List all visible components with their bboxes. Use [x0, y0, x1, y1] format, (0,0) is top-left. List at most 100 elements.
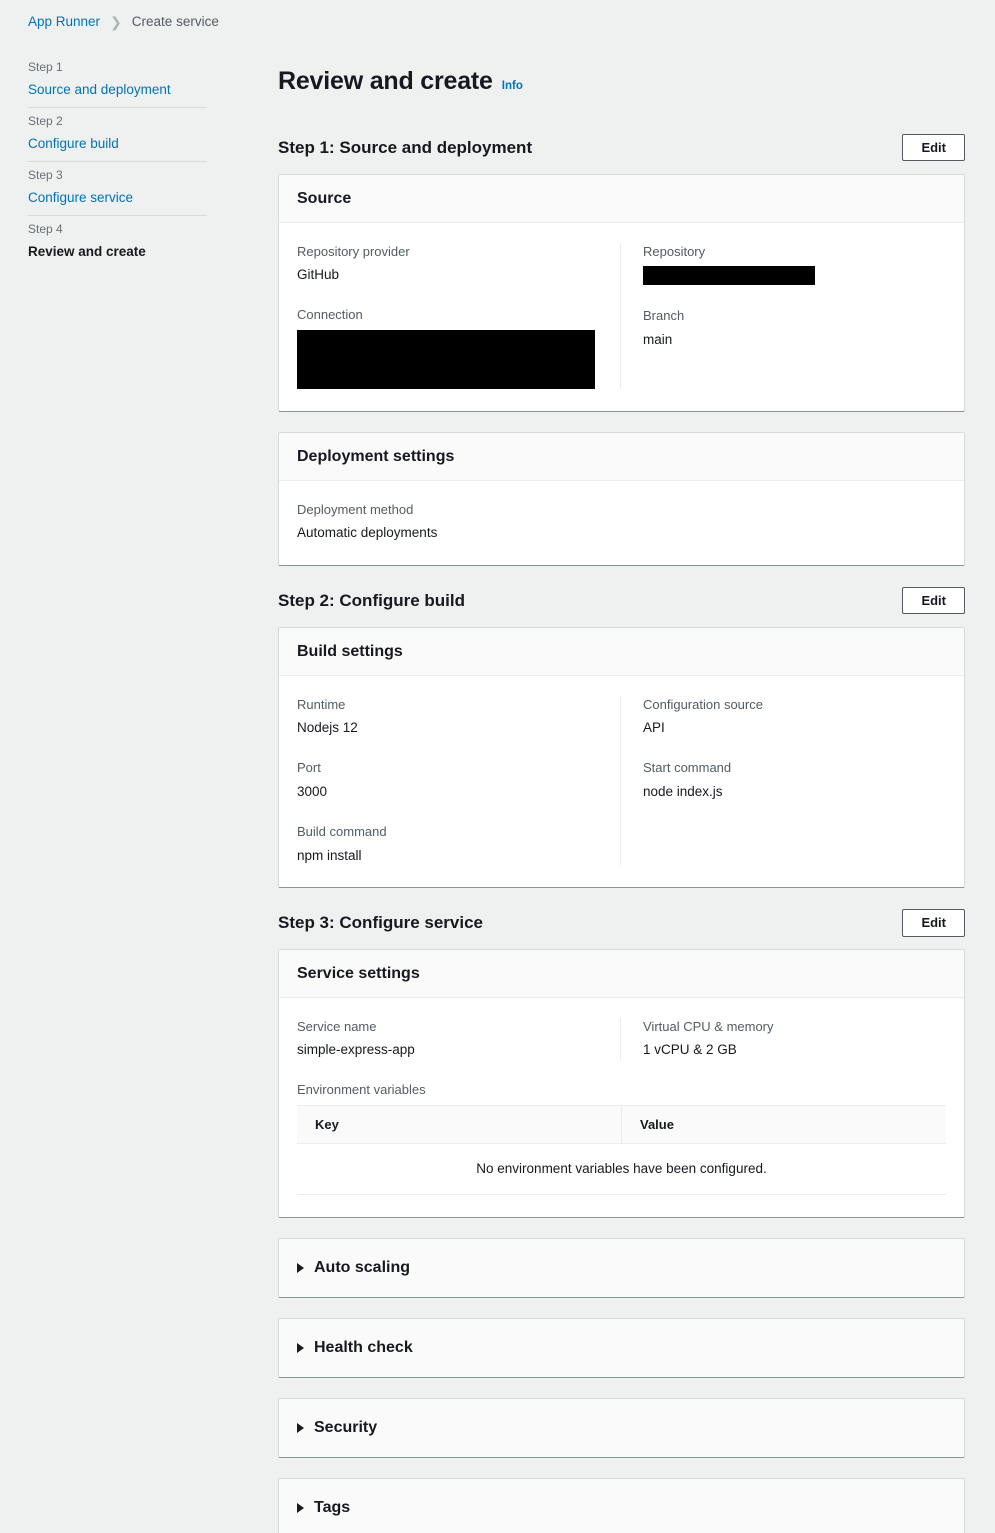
collapsible-section-tags-title: Tags — [314, 1498, 351, 1516]
branch-value: main — [643, 331, 673, 347]
main-content: Review and create Info Step 1: Source an… — [278, 50, 965, 1533]
source-card-header: Source — [279, 174, 964, 223]
breadcrumb: App Runner ❯ Create service — [28, 14, 219, 29]
deployment-card-header: Deployment settings — [279, 432, 964, 481]
runtime-label: Runtime — [297, 696, 346, 712]
service-card-body: Service name simple-express-app Virtual … — [279, 998, 964, 1217]
sidebar-step-1-label[interactable]: Source and deployment — [28, 81, 208, 99]
source-column-right: Repository Branch main — [621, 243, 946, 389]
repository-provider-label: Repository provider — [297, 243, 410, 259]
sidebar-step-3-label[interactable]: Configure service — [28, 189, 208, 207]
env-table-body: No environment variables have been confi… — [297, 1143, 946, 1195]
field-repository: Repository — [643, 243, 946, 286]
build-card-body: Runtime Nodejs 12 Port 3000 Build comman… — [279, 676, 964, 887]
runtime-value: Nodejs 12 — [297, 720, 358, 736]
port-label: Port — [297, 760, 321, 776]
build-card-header: Build settings — [279, 627, 964, 676]
caret-right-icon — [297, 1502, 304, 1513]
configuration-source-label: Configuration source — [643, 696, 763, 712]
step-2-heading: Step 2: Configure build — [278, 590, 465, 610]
field-branch: Branch main — [643, 307, 946, 349]
redaction-block-repository — [643, 266, 815, 286]
cpu-memory-label: Virtual CPU & memory — [643, 1018, 774, 1034]
page-title-row: Review and create Info — [278, 50, 965, 113]
build-command-label: Build command — [297, 824, 387, 840]
collapsible-section-auto-scaling[interactable]: Auto scaling — [278, 1237, 965, 1298]
wizard-sidebar: Step 1 Source and deployment Step 2 Conf… — [28, 54, 208, 270]
start-command-value: node index.js — [643, 783, 723, 799]
sidebar-step-2-number: Step 2 — [28, 114, 63, 129]
port-value: 3000 — [297, 783, 328, 799]
service-name-value: simple-express-app — [297, 1042, 415, 1058]
env-table-empty-row: No environment variables have been confi… — [297, 1143, 946, 1195]
sidebar-step-2[interactable]: Step 2 Configure build — [28, 108, 208, 161]
source-card-title: Source — [297, 189, 352, 207]
edit-step-2-button[interactable]: Edit — [902, 586, 965, 615]
field-deployment-method: Deployment method Automatic deployments — [297, 501, 946, 543]
env-table-empty-message: No environment variables have been confi… — [297, 1143, 946, 1195]
redaction-block-connection — [297, 329, 595, 389]
env-table-column-key: Key — [297, 1104, 622, 1144]
start-command-label: Start command — [643, 760, 732, 776]
service-card-header: Service settings — [279, 949, 964, 998]
environment-variables-label: Environment variables — [297, 1081, 426, 1097]
connection-value — [297, 329, 600, 389]
collapsible-section-tags[interactable]: Tags — [278, 1477, 965, 1533]
repository-value — [643, 266, 946, 286]
step-3-heading: Step 3: Configure service — [278, 912, 484, 932]
build-column-right: Configuration source API Start command n… — [621, 696, 946, 865]
build-column-left: Runtime Nodejs 12 Port 3000 Build comman… — [297, 695, 621, 865]
service-column-left: Service name simple-express-app — [297, 1017, 621, 1060]
source-card-body: Repository provider GitHub Connection Re… — [279, 223, 964, 411]
step-1-heading: Step 1: Source and deployment — [278, 137, 533, 157]
deployment-card-title: Deployment settings — [297, 447, 455, 465]
caret-right-icon — [297, 1422, 304, 1433]
sidebar-step-2-label[interactable]: Configure build — [28, 135, 208, 153]
sidebar-step-3-number: Step 3 — [28, 168, 63, 183]
connection-label: Connection — [297, 307, 363, 323]
step-2-header: Step 2: Configure build Edit — [278, 586, 965, 616]
step-3-header: Step 3: Configure service Edit — [278, 908, 965, 938]
source-card: Source Repository provider GitHub Connec… — [278, 173, 965, 412]
configuration-source-value: API — [643, 720, 665, 736]
build-command-value: npm install — [297, 847, 362, 863]
sidebar-step-3[interactable]: Step 3 Configure service — [28, 162, 208, 215]
field-configuration-source: Configuration source API — [643, 696, 946, 738]
field-connection: Connection — [297, 306, 600, 389]
edit-step-1-button[interactable]: Edit — [902, 133, 965, 162]
sidebar-step-4-number: Step 4 — [28, 222, 63, 237]
deployment-settings-card: Deployment settings Deployment method Au… — [278, 431, 965, 566]
chevron-right-icon: ❯ — [110, 13, 122, 30]
sidebar-step-1[interactable]: Step 1 Source and deployment — [28, 54, 208, 107]
env-table-head: Key Value — [297, 1104, 946, 1144]
env-table-header-row: Key Value — [297, 1104, 946, 1144]
create-service-page: App Runner ❯ Create service Step 1 Sourc… — [0, 0, 995, 1533]
info-link[interactable]: Info — [502, 80, 523, 92]
breadcrumb-current: Create service — [131, 14, 219, 29]
field-runtime: Runtime Nodejs 12 — [297, 696, 600, 738]
collapsible-section-health-check[interactable]: Health check — [278, 1317, 965, 1378]
build-settings-card: Build settings Runtime Nodejs 12 Port 30… — [278, 626, 965, 888]
field-repository-provider: Repository provider GitHub — [297, 243, 600, 285]
caret-right-icon — [297, 1342, 304, 1353]
step-1-header: Step 1: Source and deployment Edit — [278, 133, 965, 163]
service-card-title: Service settings — [297, 964, 420, 982]
environment-variables-table: Key Value No environment variables have … — [297, 1104, 946, 1195]
breadcrumb-link-app-runner[interactable]: App Runner — [28, 14, 100, 29]
sidebar-step-1-number: Step 1 — [28, 60, 63, 74]
cpu-memory-value: 1 vCPU & 2 GB — [643, 1042, 737, 1058]
page-title: Review and create — [278, 66, 493, 95]
deployment-card-body: Deployment method Automatic deployments — [279, 481, 964, 565]
field-port: Port 3000 — [297, 759, 600, 801]
collapsible-section-security[interactable]: Security — [278, 1397, 965, 1458]
deployment-method-label: Deployment method — [297, 501, 414, 517]
sidebar-step-4: Step 4 Review and create — [28, 216, 208, 269]
env-table-column-value: Value — [621, 1104, 946, 1144]
caret-right-icon — [297, 1262, 304, 1273]
collapsible-section-auto-scaling-title: Auto scaling — [314, 1258, 411, 1276]
edit-step-3-button[interactable]: Edit — [902, 909, 965, 937]
collapsible-section-security-title: Security — [314, 1418, 378, 1436]
field-service-name: Service name simple-express-app — [297, 1018, 600, 1060]
field-cpu-memory: Virtual CPU & memory 1 vCPU & 2 GB — [643, 1018, 946, 1060]
service-column-right: Virtual CPU & memory 1 vCPU & 2 GB — [621, 1018, 946, 1060]
